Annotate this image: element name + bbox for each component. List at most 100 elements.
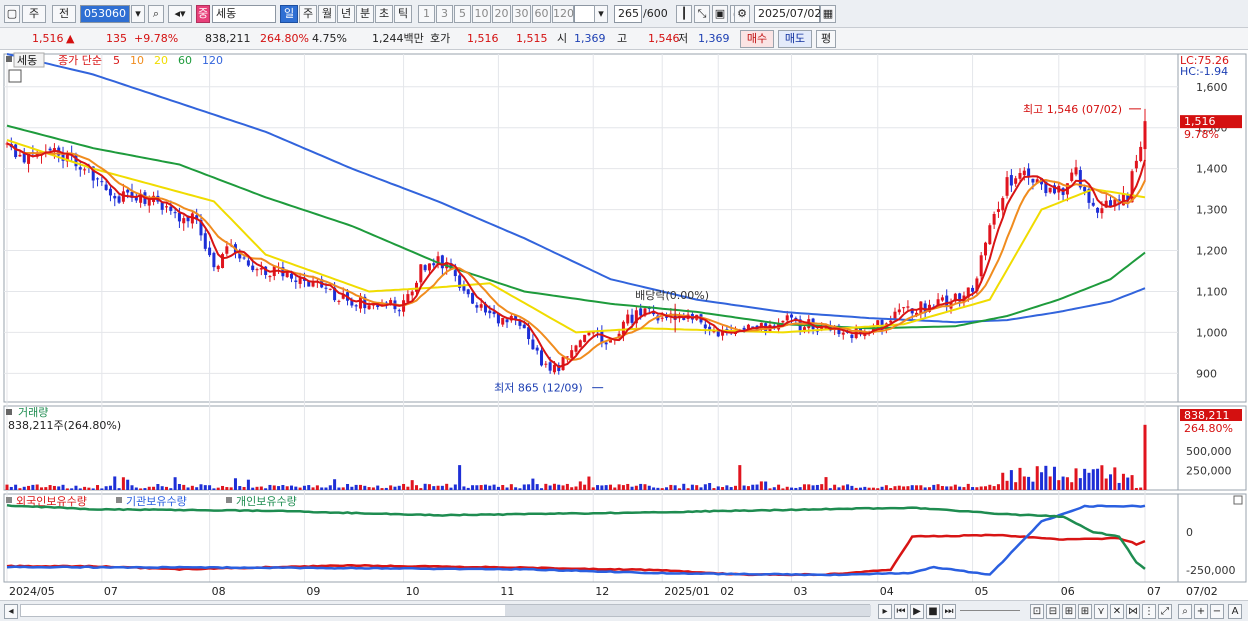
- volume-bar: [496, 486, 500, 490]
- scroll-right-icon[interactable]: ▸: [878, 604, 892, 619]
- volume-bar: [445, 483, 449, 490]
- search-icon[interactable]: ⌕: [148, 5, 164, 23]
- flat-button[interactable]: 평: [816, 30, 836, 48]
- volume-bar: [427, 484, 431, 490]
- period-select[interactable]: 주: [22, 5, 46, 23]
- date-input[interactable]: 2025/07/02: [754, 5, 821, 23]
- interval-button-30[interactable]: 30: [512, 5, 531, 23]
- candle: [1134, 160, 1138, 169]
- buy-button[interactable]: 매수: [740, 30, 774, 48]
- interval-button-120[interactable]: 120: [552, 5, 574, 23]
- x-axis-label: 04: [880, 585, 894, 598]
- sell-button[interactable]: 매도: [778, 30, 812, 48]
- zoom-search-icon[interactable]: ⌕: [1178, 604, 1192, 619]
- play-icon[interactable]: ▶: [910, 604, 924, 619]
- save-icon[interactable]: ▣: [712, 5, 728, 23]
- tab-timeframe-3[interactable]: 년: [337, 5, 355, 23]
- tab-timeframe-4[interactable]: 분: [356, 5, 374, 23]
- tab-timeframe-1[interactable]: 주: [299, 5, 317, 23]
- volume-bar: [255, 486, 259, 490]
- volume-bar: [277, 486, 281, 490]
- volume-bar: [1130, 475, 1134, 490]
- tool3-icon[interactable]: ⋈: [1126, 604, 1140, 619]
- tool5-icon[interactable]: ⤢: [1158, 604, 1172, 619]
- horizontal-scrollbar[interactable]: [20, 604, 871, 617]
- zoom-icon[interactable]: ⊡: [1030, 604, 1044, 619]
- tool2-icon[interactable]: ✕: [1110, 604, 1124, 619]
- candle: [781, 320, 785, 323]
- volume-bar: [915, 485, 919, 490]
- volume-bar: [703, 484, 707, 490]
- volume-bar: [27, 485, 31, 490]
- scroll-thumb[interactable]: [505, 605, 871, 616]
- interval-button-60[interactable]: 60: [532, 5, 551, 23]
- volume-bar: [328, 485, 332, 490]
- volume-bar: [35, 484, 39, 490]
- x-axis-label: 02: [720, 585, 734, 598]
- candle: [169, 206, 173, 211]
- volume-bar: [923, 487, 927, 490]
- candle: [1100, 208, 1104, 214]
- candle-icon[interactable]: ┃: [676, 5, 692, 23]
- candle: [14, 144, 18, 158]
- layout3-icon[interactable]: ⊞: [1078, 604, 1092, 619]
- volume-bar: [626, 483, 630, 490]
- layout-icon[interactable]: ▢: [4, 5, 20, 23]
- count-input[interactable]: 265: [614, 5, 642, 23]
- all-select[interactable]: 전: [52, 5, 76, 23]
- layout2-icon[interactable]: ⊞: [1062, 604, 1076, 619]
- candle: [984, 242, 988, 256]
- first-icon[interactable]: ⏮: [894, 604, 908, 619]
- interval-button-3[interactable]: 3: [436, 5, 453, 23]
- candle: [703, 324, 707, 329]
- window-icon[interactable]: ⊟: [1046, 604, 1060, 619]
- volume-bar: [746, 486, 750, 490]
- tab-timeframe-5[interactable]: 초: [375, 5, 393, 23]
- candle: [182, 218, 186, 224]
- volume-bar: [1087, 472, 1091, 490]
- interval-button-1[interactable]: 1: [418, 5, 435, 23]
- volume-bar: [945, 486, 949, 490]
- interval-button-20[interactable]: 20: [492, 5, 511, 23]
- chevron-down-icon[interactable]: ▾: [131, 5, 145, 23]
- zoom-out-icon[interactable]: −: [1210, 604, 1224, 619]
- chevron-down-icon[interactable]: ▾: [594, 5, 608, 23]
- volume-bar: [540, 488, 544, 490]
- stock-chart[interactable]: 9001,0001,1001,2001,3001,4001,5001,600세동…: [0, 50, 1248, 600]
- tab-timeframe-0[interactable]: 일: [280, 5, 298, 23]
- interval-button-5[interactable]: 5: [454, 5, 471, 23]
- candle: [785, 315, 789, 321]
- code-input[interactable]: 053060: [80, 5, 130, 23]
- x-axis-label: 07: [104, 585, 118, 598]
- speaker-icon[interactable]: ◂▾: [168, 5, 192, 23]
- volume-bar: [768, 488, 772, 490]
- volume-bar: [259, 486, 263, 490]
- stop-icon[interactable]: ■: [926, 604, 940, 619]
- x-axis-right-label: 07/02: [1186, 585, 1218, 598]
- tool1-icon[interactable]: ⋎: [1094, 604, 1108, 619]
- zoom-slider[interactable]: [960, 610, 1020, 611]
- volume-bar: [677, 488, 681, 490]
- zoom-in-icon[interactable]: +: [1194, 604, 1208, 619]
- font-size-icon[interactable]: A: [1228, 604, 1242, 619]
- scroll-left-icon[interactable]: ◂: [4, 604, 18, 619]
- gear-icon[interactable]: ⚙: [734, 5, 750, 23]
- volume-bar: [583, 484, 587, 490]
- interval-button-10[interactable]: 10: [472, 5, 491, 23]
- tab-timeframe-6[interactable]: 틱: [394, 5, 412, 23]
- candle: [863, 334, 867, 337]
- collapse-icon: [1233, 495, 1243, 505]
- volume-bar: [1052, 466, 1056, 490]
- volume-bar: [221, 485, 225, 490]
- stock-name-field[interactable]: 세동: [212, 5, 276, 23]
- tab-timeframe-2[interactable]: 월: [318, 5, 336, 23]
- volume-bar: [604, 485, 608, 490]
- calendar-icon[interactable]: ▦: [820, 5, 836, 23]
- volume-bar: [902, 486, 906, 490]
- tool4-icon[interactable]: ⋮: [1142, 604, 1156, 619]
- draw-icon[interactable]: ⤡: [694, 5, 710, 23]
- x-axis-label: 12: [595, 585, 609, 598]
- last-icon[interactable]: ⏭: [942, 604, 956, 619]
- volume-bar: [673, 485, 677, 490]
- candle: [475, 305, 479, 308]
